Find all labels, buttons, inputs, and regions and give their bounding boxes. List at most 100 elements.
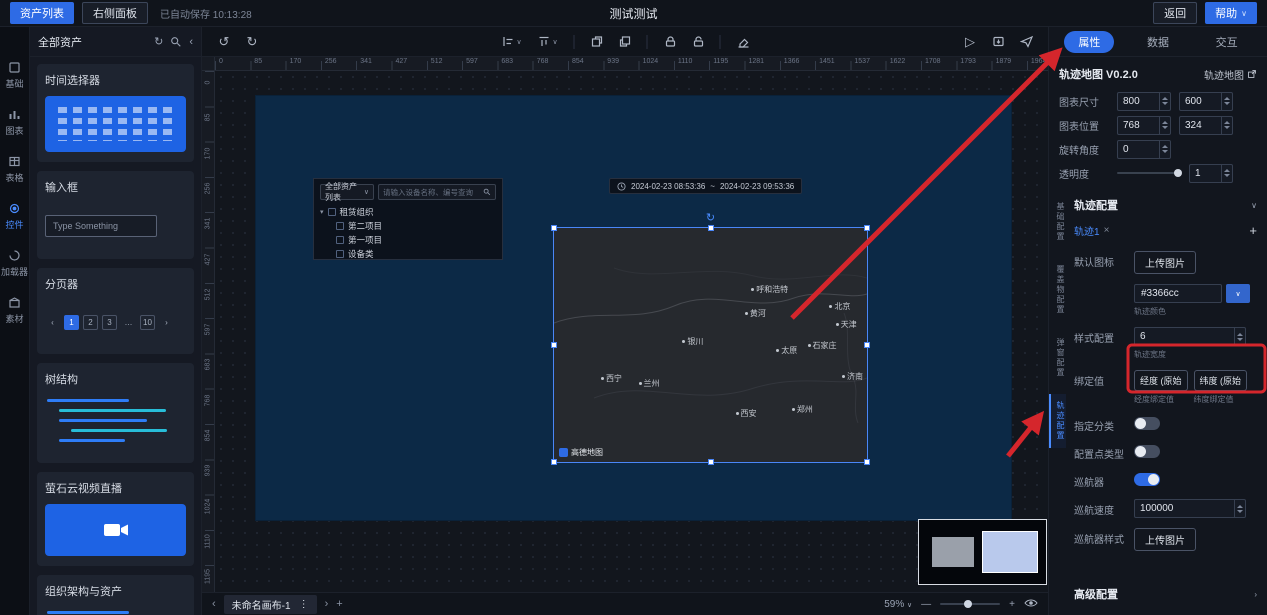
side-tab-basic-config[interactable]: 基础配置	[1049, 195, 1066, 249]
canvas-tab-menu-icon[interactable]: ⋮	[299, 599, 309, 610]
pos-y-input[interactable]: 324	[1179, 116, 1233, 135]
tree-node[interactable]: 设备类	[320, 247, 496, 261]
color-swatch-button[interactable]: ∨	[1226, 284, 1250, 303]
tab-interaction[interactable]: 交互	[1202, 31, 1252, 53]
fit-view-button[interactable]	[1024, 598, 1038, 611]
back-button[interactable]: 返回	[1153, 2, 1197, 24]
width-input[interactable]: 800	[1117, 92, 1171, 111]
resize-handle-mid-left[interactable]	[551, 342, 557, 348]
preview-button[interactable]: ▷	[958, 31, 982, 53]
opacity-slider-knob[interactable]	[1174, 169, 1182, 177]
track-color-input[interactable]: #3366cc	[1134, 284, 1222, 303]
side-tab-popup-config[interactable]: 弹窗配置	[1049, 331, 1066, 385]
rail-item-table[interactable]: 表格	[5, 155, 23, 184]
resize-handle-top-right[interactable]	[864, 225, 870, 231]
classify-toggle[interactable]	[1134, 417, 1160, 430]
clear-button[interactable]	[731, 31, 755, 53]
stepper[interactable]	[1234, 328, 1245, 345]
component-card-org-assets[interactable]: 组织架构与资产	[37, 575, 194, 615]
minimap[interactable]	[918, 519, 1047, 585]
canvas-tab-prev-icon[interactable]: ‹	[212, 598, 216, 610]
date-range-widget[interactable]: 2024-02-23 08:53:36 ~ 2024-02-23 09:53:3…	[609, 178, 802, 194]
cruiser-toggle[interactable]	[1134, 473, 1160, 486]
side-tab-track-config[interactable]: 轨迹配置	[1049, 394, 1066, 448]
canvas-viewport[interactable]: 全部资产列表 ∨ ▾ 租赁组织	[215, 71, 1048, 592]
right-panel-button[interactable]: 右侧面板	[82, 2, 148, 24]
align-horizontal-dropdown[interactable]: ∨	[496, 31, 528, 53]
zoom-value[interactable]: 59% ∨	[884, 599, 912, 610]
resize-handle-bottom-left[interactable]	[551, 459, 557, 465]
resize-handle-bottom-center[interactable]	[708, 459, 714, 465]
opacity-input[interactable]: 1	[1189, 164, 1233, 183]
add-canvas-button[interactable]: +	[336, 598, 342, 610]
component-card-time-picker[interactable]: 时间选择器	[37, 64, 194, 162]
checkbox[interactable]	[336, 222, 344, 230]
point-type-toggle[interactable]	[1134, 445, 1160, 458]
rail-item-chart[interactable]: 图表	[5, 108, 23, 137]
checkbox[interactable]	[336, 236, 344, 244]
resize-handle-top-center[interactable]	[708, 225, 714, 231]
lock-button[interactable]	[658, 31, 682, 53]
asset-list-button[interactable]: 资产列表	[10, 2, 74, 24]
tree-expand-icon[interactable]: ▾	[320, 208, 324, 216]
stepper[interactable]	[1221, 93, 1232, 110]
resize-handle-mid-right[interactable]	[864, 342, 870, 348]
zoom-slider-knob[interactable]	[964, 600, 972, 608]
snapshot-button[interactable]	[986, 31, 1010, 53]
longitude-bind-button[interactable]: 经度 (原始	[1134, 370, 1188, 391]
resize-handle-bottom-right[interactable]	[864, 459, 870, 465]
close-icon[interactable]: ×	[1104, 225, 1110, 236]
rail-item-control[interactable]: 控件	[5, 202, 23, 231]
zoom-in-button[interactable]: +	[1009, 599, 1015, 610]
height-input[interactable]: 600	[1179, 92, 1233, 111]
track-section-header[interactable]: 轨迹配置 ∨	[1074, 195, 1257, 221]
undo-button[interactable]: ↺	[212, 31, 236, 53]
rotate-handle-icon[interactable]: ↻	[706, 213, 715, 224]
upload-image-button[interactable]: 上传图片	[1134, 528, 1196, 551]
cruise-speed-input[interactable]: 100000	[1134, 499, 1246, 518]
zoom-out-button[interactable]: —	[921, 599, 931, 610]
resize-handle-top-left[interactable]	[551, 225, 557, 231]
component-card-tree[interactable]: 树结构	[37, 363, 194, 463]
layer-down-button[interactable]	[613, 31, 637, 53]
stepper[interactable]	[1159, 141, 1170, 158]
stepper[interactable]	[1159, 117, 1170, 134]
track-tab-1[interactable]: 轨迹1	[1074, 223, 1100, 238]
artboard[interactable]: 全部资产列表 ∨ ▾ 租赁组织	[256, 96, 1011, 520]
redo-button[interactable]: ↻	[240, 31, 264, 53]
rail-item-basic[interactable]: 基础	[5, 61, 23, 90]
track-map-widget[interactable]: ↻ 呼和浩特黄河北京天津银川石家庄太原济南西宁兰州西安郑州 高德地图	[554, 228, 867, 462]
rotation-input[interactable]: 0	[1117, 140, 1171, 159]
component-card-video-live[interactable]: 萤石云视频直播	[37, 472, 194, 566]
stepper[interactable]	[1159, 93, 1170, 110]
collapse-panel-icon[interactable]: ‹	[189, 36, 193, 48]
tab-data[interactable]: 数据	[1133, 31, 1183, 53]
opacity-slider[interactable]	[1117, 172, 1181, 174]
rail-item-loader[interactable]: 加载器	[1, 249, 28, 278]
upload-image-button[interactable]: 上传图片	[1134, 251, 1196, 274]
unlock-button[interactable]	[686, 31, 710, 53]
latitude-bind-button[interactable]: 纬度 (原始	[1194, 370, 1248, 391]
asset-type-dropdown[interactable]: 全部资产列表 ∨	[320, 184, 374, 200]
minimap-viewport-rect[interactable]	[982, 531, 1038, 573]
search-icon[interactable]	[170, 36, 182, 48]
stepper[interactable]	[1234, 500, 1245, 517]
layer-up-button[interactable]	[585, 31, 609, 53]
device-search-input[interactable]	[383, 188, 480, 197]
stepper[interactable]	[1221, 117, 1232, 134]
rail-item-material[interactable]: 素材	[5, 296, 23, 325]
add-track-button[interactable]: +	[1249, 223, 1257, 238]
stepper[interactable]	[1221, 165, 1232, 182]
component-doc-link[interactable]: 轨迹地图	[1204, 67, 1257, 82]
device-search-box[interactable]	[378, 184, 496, 200]
tree-node[interactable]: 第二项目	[320, 219, 496, 233]
pos-x-input[interactable]: 768	[1117, 116, 1171, 135]
side-tab-overlay-config[interactable]: 覆盖物配置	[1049, 258, 1066, 322]
publish-button[interactable]	[1014, 31, 1038, 53]
align-vertical-dropdown[interactable]: ∨	[532, 31, 564, 53]
asset-tree-widget[interactable]: 全部资产列表 ∨ ▾ 租赁组织	[313, 178, 503, 260]
advanced-config-header[interactable]: 高级配置 ›	[1074, 580, 1257, 608]
component-card-input-box[interactable]: 输入框 Type Something	[37, 171, 194, 259]
help-button[interactable]: 帮助 ∨	[1205, 2, 1257, 24]
checkbox[interactable]	[328, 208, 336, 216]
